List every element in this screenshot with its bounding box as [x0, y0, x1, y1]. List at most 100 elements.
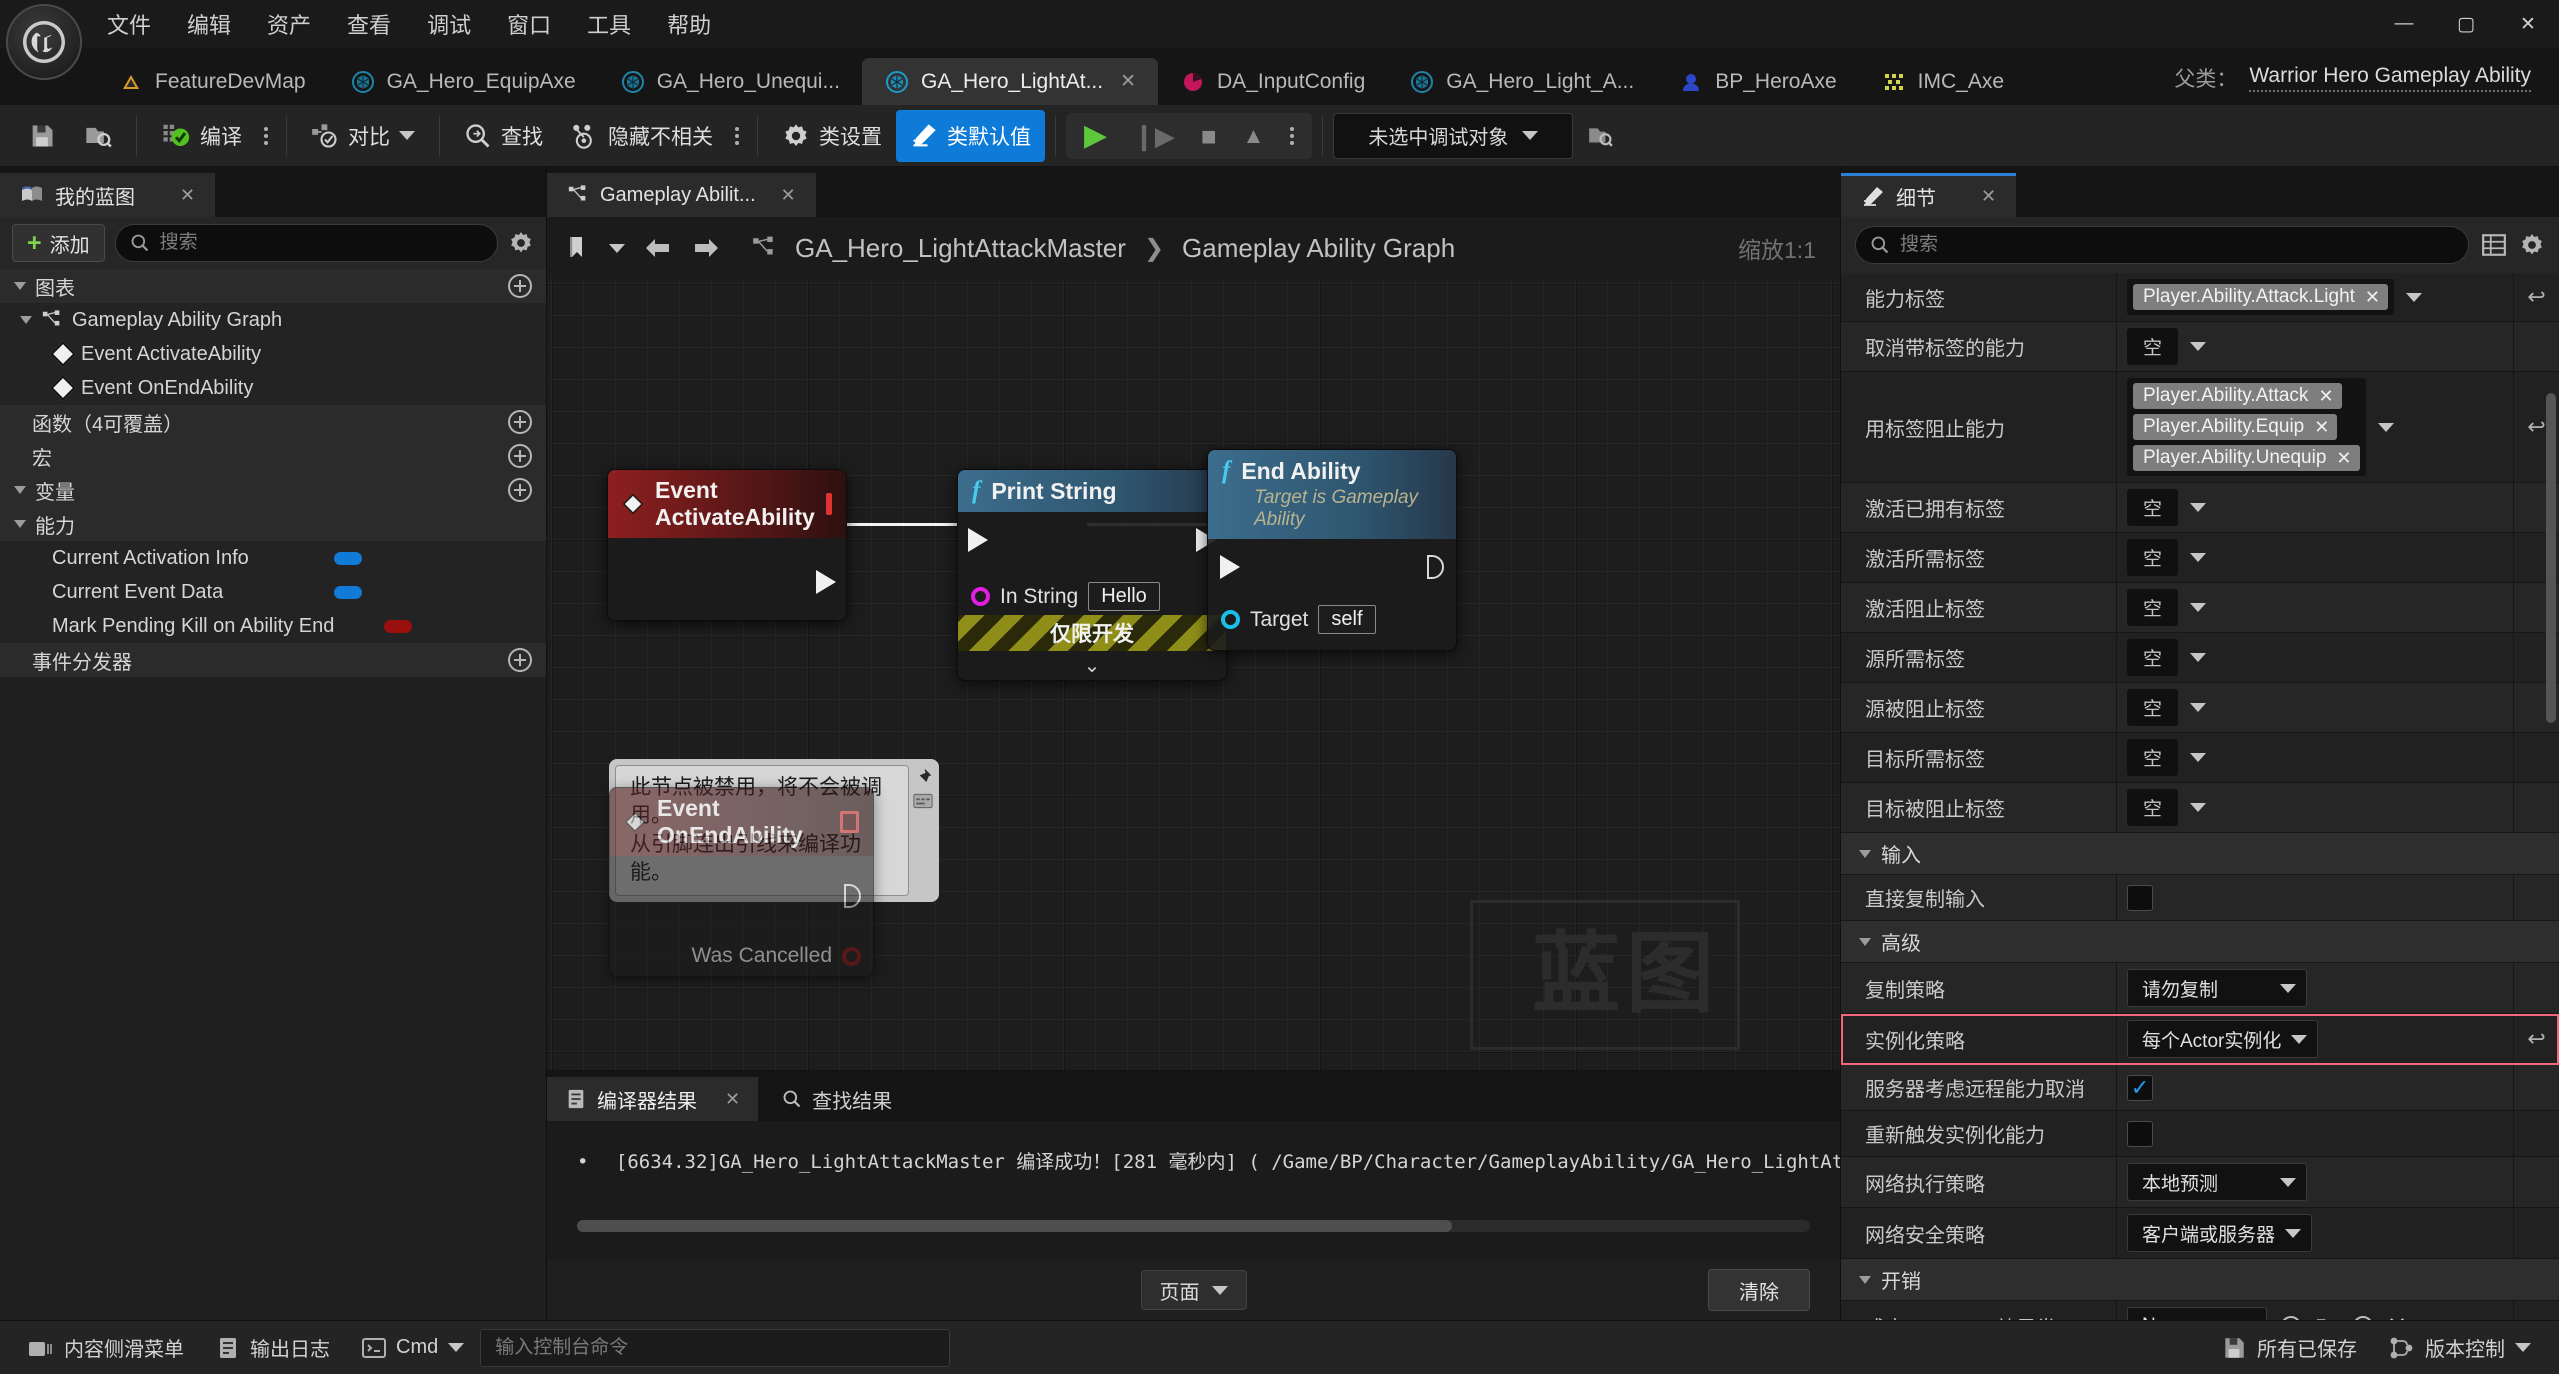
- gear-icon[interactable]: [508, 230, 534, 256]
- clear-button[interactable]: 清除: [1708, 1269, 1810, 1311]
- breadcrumb-leaf[interactable]: Gameplay Ability Graph: [1182, 233, 1455, 264]
- chevron-down-icon[interactable]: [2190, 342, 2207, 351]
- net-security-policy-dropdown[interactable]: 客户端或服务器: [2127, 1214, 2313, 1252]
- version-control-button[interactable]: 版本控制: [2373, 1327, 2547, 1369]
- exec-input-pin[interactable]: [1220, 555, 1240, 579]
- add-function-button[interactable]: [508, 410, 532, 434]
- add-graph-button[interactable]: [508, 274, 532, 298]
- property-row-replicate-input-directly[interactable]: 直接复制输入: [1841, 875, 2559, 921]
- tree-section-macros[interactable]: 宏: [0, 439, 546, 473]
- forward-arrow-icon[interactable]: [691, 236, 721, 260]
- asset-tab-ga-hero-light-a[interactable]: GA_Hero_Light_A...: [1387, 58, 1656, 105]
- play-options-icon[interactable]: [1278, 126, 1306, 145]
- asset-tab-imc-axe[interactable]: IMC_Axe: [1859, 58, 2026, 105]
- property-row-activation-required-tags[interactable]: 激活所需标签 空: [1841, 533, 2559, 583]
- tab-gameplay-ability-graph[interactable]: Gameplay Abilit... ✕: [547, 173, 816, 217]
- property-value[interactable]: 空: [2117, 633, 2513, 682]
- blueprint-graph-canvas[interactable]: 蓝图 Event ActivateAbility f Print String …: [547, 279, 1840, 1070]
- tag-chip[interactable]: Player.Ability.Attack.Light ✕: [2133, 284, 2389, 310]
- empty-value[interactable]: 空: [2127, 789, 2179, 826]
- net-execution-policy-dropdown[interactable]: 本地预测: [2127, 1163, 2307, 1201]
- tab-my-blueprint[interactable]: 我的蓝图 ✕: [0, 173, 216, 217]
- property-value[interactable]: 本地预测: [2117, 1157, 2513, 1207]
- property-row-ability-tags[interactable]: 能力标签 Player.Ability.Attack.Light ✕ ↩: [1841, 273, 2559, 322]
- property-value[interactable]: 空: [2117, 533, 2513, 582]
- empty-value[interactable]: 空: [2127, 539, 2179, 576]
- property-value[interactable]: 空: [2117, 683, 2513, 732]
- property-value[interactable]: 客户端或服务器: [2117, 1208, 2513, 1258]
- tree-section-graphs[interactable]: 图表: [0, 269, 546, 303]
- scrollbar-thumb[interactable]: [577, 1220, 1453, 1232]
- tree-item-current-activation-info[interactable]: Current Activation Info: [0, 541, 546, 575]
- tag-chip[interactable]: Player.Ability.Unequip ✕: [2133, 445, 2360, 471]
- node-event-onendability[interactable]: Event OnEndAbility Was Cancelled: [609, 787, 874, 977]
- section-header-costs[interactable]: 开销: [1841, 1259, 2559, 1301]
- exec-output-pin[interactable]: [816, 570, 836, 594]
- chevron-down-icon[interactable]: [2190, 753, 2207, 762]
- reset-to-default-button[interactable]: ↩: [2513, 1014, 2559, 1064]
- tree-section-functions[interactable]: 函数（4可覆盖）: [0, 405, 546, 439]
- empty-value[interactable]: 空: [2127, 639, 2179, 676]
- asset-tab-featuredevmap[interactable]: FeatureDevMap: [96, 58, 328, 105]
- section-header-input[interactable]: 输入: [1841, 833, 2559, 875]
- gear-icon[interactable]: [2519, 232, 2545, 258]
- back-arrow-icon[interactable]: [643, 236, 673, 260]
- close-icon[interactable]: ✕: [725, 1089, 740, 1110]
- property-row-cost-gameplay-effect-class[interactable]: 成本Gameplay效果类 None: [1841, 1301, 2559, 1320]
- string-pin-icon[interactable]: [971, 587, 990, 606]
- property-row-source-required-tags[interactable]: 源所需标签 空: [1841, 633, 2559, 683]
- node-event-activateability[interactable]: Event ActivateAbility: [607, 469, 847, 621]
- reset-to-default-button[interactable]: ↩: [2513, 273, 2559, 321]
- replication-policy-dropdown[interactable]: 请勿复制: [2127, 969, 2307, 1007]
- empty-value[interactable]: 空: [2127, 328, 2179, 365]
- property-value[interactable]: [2117, 875, 2513, 920]
- all-saved-button[interactable]: 所有已保存: [2205, 1327, 2373, 1369]
- cmd-button[interactable]: Cmd: [346, 1327, 480, 1369]
- close-icon[interactable]: ✕: [781, 185, 796, 206]
- eject-button[interactable]: ▲: [1231, 124, 1277, 147]
- chevron-down-icon[interactable]: [2190, 553, 2207, 562]
- pin-target[interactable]: Target self: [1208, 601, 1456, 638]
- browse-button[interactable]: [70, 110, 126, 162]
- console-command-input[interactable]: [495, 1336, 936, 1359]
- object-pin-icon[interactable]: [1221, 610, 1240, 629]
- exec-output-pin[interactable]: [1427, 555, 1444, 579]
- find-button[interactable]: 查找: [450, 110, 557, 162]
- add-macro-button[interactable]: [508, 444, 532, 468]
- empty-value[interactable]: 空: [2127, 739, 2179, 776]
- section-header-advanced[interactable]: 高级: [1841, 921, 2559, 963]
- close-icon[interactable]: ✕: [180, 185, 195, 206]
- class-defaults-button[interactable]: 类默认值: [896, 109, 1045, 162]
- tab-details[interactable]: 细节 ✕: [1841, 173, 2017, 217]
- compiler-log-body[interactable]: • [6634.32]GA_Hero_LightAttackMaster 编译成…: [547, 1121, 1840, 1260]
- node-end-ability[interactable]: f End Ability Target is Gameplay Ability: [1207, 449, 1457, 651]
- tree-item-mark-pending-kill[interactable]: Mark Pending Kill on Ability End: [0, 609, 546, 643]
- bookmark-icon[interactable]: [567, 235, 591, 261]
- add-variable-button[interactable]: [508, 478, 532, 502]
- chevron-down-icon[interactable]: [609, 243, 625, 253]
- property-row-activation-owned-tags[interactable]: 激活已拥有标签 空: [1841, 483, 2559, 533]
- page-selector[interactable]: 页面: [1140, 1270, 1247, 1310]
- details-scrollbar-thumb[interactable]: [2546, 393, 2556, 723]
- empty-value[interactable]: 空: [2127, 489, 2179, 526]
- property-value[interactable]: None ✕: [2117, 1301, 2513, 1320]
- details-property-list[interactable]: 能力标签 Player.Ability.Attack.Light ✕ ↩ 取消带…: [1841, 273, 2559, 1320]
- menu-debug[interactable]: 调试: [410, 2, 488, 46]
- chevron-down-icon[interactable]: [2515, 1343, 2531, 1352]
- add-event-dispatcher-button[interactable]: [508, 648, 532, 672]
- pin-in-string[interactable]: In String Hello: [958, 578, 1226, 615]
- menu-edit[interactable]: 编辑: [170, 2, 248, 46]
- step-button[interactable]: ❙▶: [1121, 123, 1187, 149]
- remove-tag-icon[interactable]: ✕: [2318, 386, 2333, 407]
- menu-asset[interactable]: 资产: [250, 2, 328, 46]
- checkbox[interactable]: [2127, 1120, 2153, 1147]
- property-value[interactable]: 空: [2117, 783, 2513, 832]
- details-search-input[interactable]: [1900, 234, 2454, 256]
- menu-view[interactable]: 查看: [330, 2, 408, 46]
- in-string-value[interactable]: Hello: [1088, 582, 1160, 611]
- asset-tab-ga-hero-unequip[interactable]: GA_Hero_Unequi...: [598, 58, 862, 105]
- parent-class-link[interactable]: Warrior Hero Gameplay Ability: [2249, 64, 2531, 92]
- tree-section-event-dispatchers[interactable]: 事件分发器: [0, 643, 546, 677]
- property-value[interactable]: 空: [2117, 483, 2513, 532]
- property-row-replication-policy[interactable]: 复制策略 请勿复制: [1841, 963, 2559, 1014]
